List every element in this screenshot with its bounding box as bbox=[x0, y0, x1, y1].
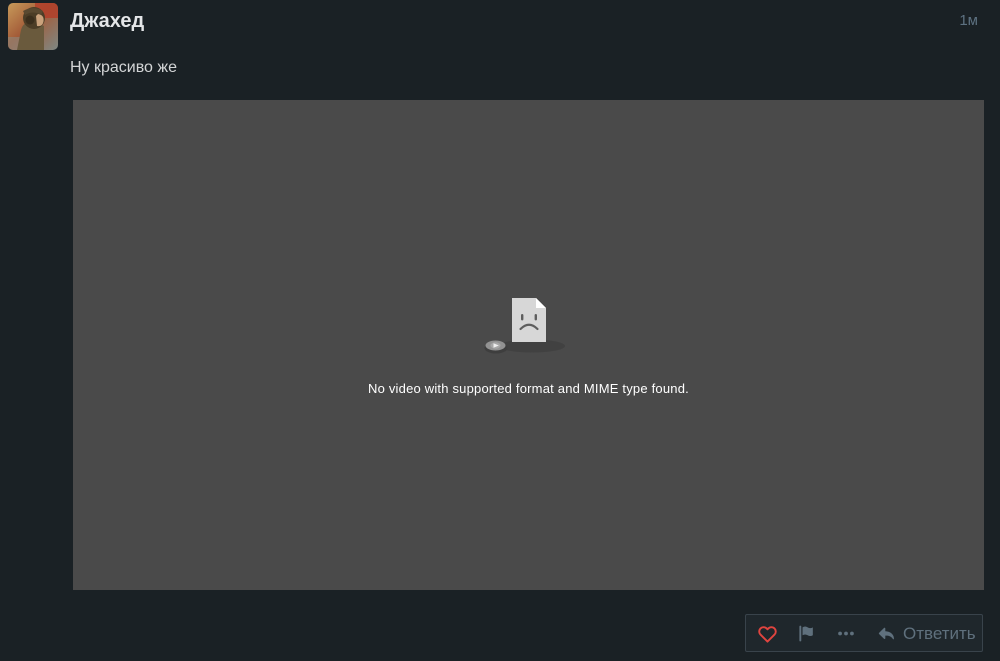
more-options-button[interactable] bbox=[836, 624, 856, 643]
broken-media-sad-file-icon bbox=[484, 297, 566, 353]
flag-button[interactable] bbox=[797, 624, 816, 643]
video-error-overlay: No video with supported format and MIME … bbox=[368, 295, 689, 396]
video-player[interactable]: No video with supported format and MIME … bbox=[73, 100, 984, 590]
video-error-message: No video with supported format and MIME … bbox=[368, 380, 689, 396]
flag-icon bbox=[799, 625, 813, 641]
post-body-text: Ну красиво же bbox=[70, 59, 177, 76]
post-timestamp[interactable]: 1м bbox=[959, 12, 978, 29]
like-button[interactable] bbox=[758, 624, 777, 643]
post-action-bar: Ответить bbox=[745, 614, 983, 652]
reply-button[interactable]: Ответить bbox=[877, 624, 976, 643]
avatar-image bbox=[8, 3, 58, 50]
avatar[interactable] bbox=[8, 3, 58, 50]
reply-label: Ответить bbox=[903, 624, 976, 643]
ellipsis-icon bbox=[838, 631, 854, 635]
reply-arrow-icon bbox=[878, 627, 894, 639]
post-author[interactable]: Джахед bbox=[70, 10, 144, 33]
heart-icon bbox=[758, 625, 777, 643]
comment-post: Джахед 1м Ну красиво же No video with su… bbox=[0, 0, 1000, 661]
